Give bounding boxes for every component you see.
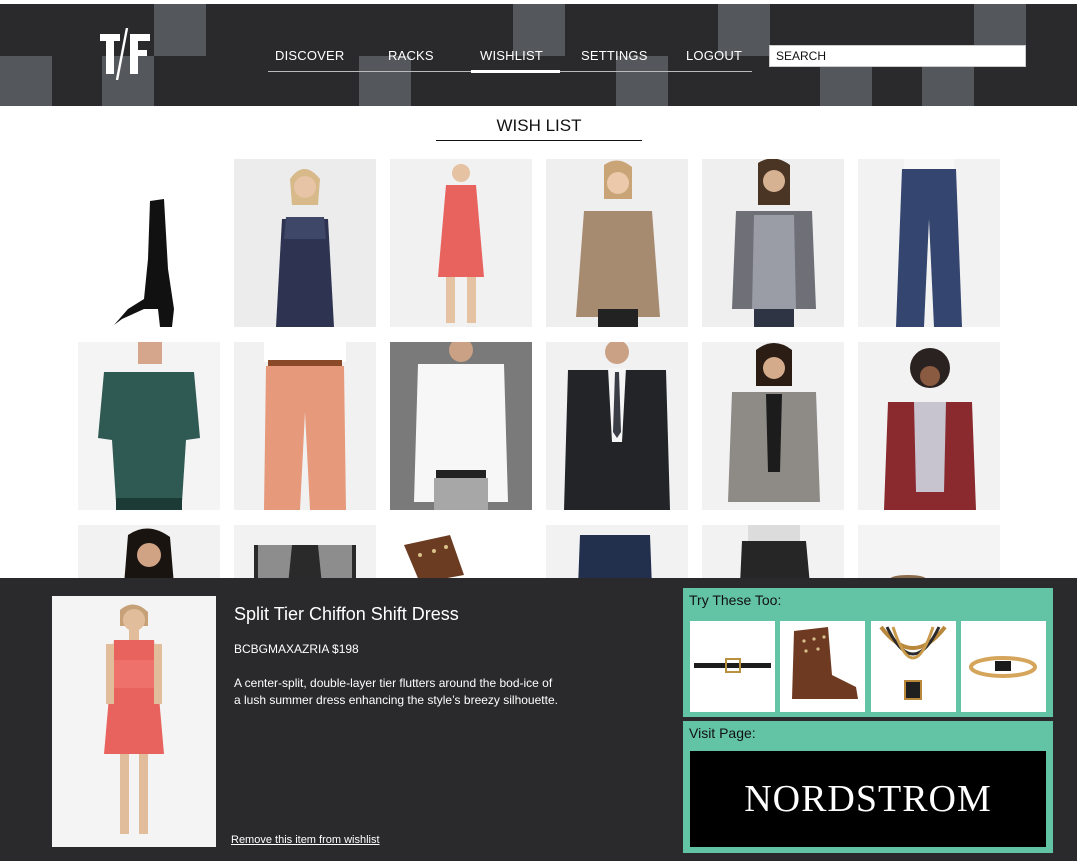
page-title: WISH LIST — [496, 116, 582, 135]
try-these-too-box: Try These Too: — [683, 588, 1053, 717]
wishlist-item[interactable] — [702, 342, 844, 510]
teal-top-image — [78, 342, 220, 510]
header-block — [154, 4, 206, 56]
wishlist-item[interactable] — [702, 525, 844, 578]
wishlist-item[interactable] — [234, 159, 376, 327]
nav-racks[interactable]: RACKS — [388, 48, 434, 63]
necklace-icon — [879, 625, 947, 700]
leather-shorts-image — [702, 525, 844, 578]
title-underline — [436, 140, 642, 141]
wishlist-item[interactable] — [390, 159, 532, 327]
nav-settings[interactable]: SETTINGS — [581, 48, 648, 63]
wishlist-item[interactable] — [390, 342, 532, 510]
item-detail-panel: Split Tier Chiffon Shift Dress BCBGMAXAZ… — [0, 578, 1077, 861]
boucle-jacket-image — [702, 342, 844, 510]
wishlist-grid — [0, 150, 1077, 578]
coral-dress-image — [390, 159, 532, 327]
visit-page-title: Visit Page: — [689, 725, 756, 741]
product-brand-price: BCBGMAXAZRIA $198 — [234, 642, 359, 656]
nordstrom-store-link[interactable]: NORDSTROM — [690, 751, 1046, 847]
wishlist-item[interactable] — [234, 342, 376, 510]
header-block — [0, 56, 52, 106]
wishlist-item[interactable] — [858, 159, 1000, 327]
nav-wishlist[interactable]: WISHLIST — [471, 48, 560, 73]
boot-icon — [792, 627, 858, 699]
tf-logo[interactable] — [100, 28, 152, 80]
belt-icon — [694, 658, 771, 673]
remove-from-wishlist-link[interactable]: Remove this item from wishlist — [231, 834, 380, 846]
coral-trousers-image — [234, 342, 376, 510]
wishlist-item[interactable] — [78, 525, 220, 578]
suggestion-boot[interactable] — [780, 621, 865, 712]
studded-boot-image — [404, 535, 464, 578]
wishlist-item[interactable] — [858, 525, 1000, 578]
wishlist-item[interactable] — [546, 342, 688, 510]
burgundy-cardigan-image — [858, 342, 1000, 510]
wishlist-item[interactable] — [78, 159, 220, 327]
bracelet-image — [858, 525, 1000, 578]
wishlist-item[interactable] — [78, 342, 220, 510]
detail-product-image — [52, 596, 216, 847]
try-these-title: Try These Too: — [689, 592, 782, 608]
product-description: A center-split, double-layer tier flutte… — [234, 676, 558, 707]
navy-trousers-image — [858, 159, 1000, 327]
coral-dress-photo — [52, 596, 216, 847]
top-header: DISCOVER RACKS WISHLIST SETTINGS LOGOUT — [0, 4, 1077, 106]
visit-page-box: Visit Page: NORDSTROM — [683, 721, 1053, 853]
main-nav: DISCOVER RACKS WISHLIST SETTINGS LOGOUT — [268, 44, 752, 73]
wishlist-item[interactable] — [390, 525, 532, 578]
suggestion-necklace[interactable] — [871, 621, 956, 712]
black-suit-image — [546, 342, 688, 510]
nav-logout[interactable]: LOGOUT — [686, 48, 742, 63]
suggestion-belt[interactable] — [690, 621, 775, 712]
tweed-jacket-image — [702, 159, 844, 327]
jeans-image — [546, 525, 688, 578]
vest-image — [234, 525, 376, 578]
bracelet-icon — [969, 656, 1037, 678]
wishlist-item[interactable] — [234, 525, 376, 578]
product-name: Split Tier Chiffon Shift Dress — [234, 604, 459, 624]
sequin-dress-image — [234, 159, 376, 327]
black-dress-image — [78, 525, 220, 578]
suggestion-bracelet[interactable] — [961, 621, 1046, 712]
search-input[interactable] — [769, 45, 1026, 67]
boot-image — [114, 199, 174, 327]
nav-discover[interactable]: DISCOVER — [275, 48, 345, 63]
leather-jacket-image — [546, 159, 688, 327]
wishlist-item[interactable] — [702, 159, 844, 327]
white-shirt-image — [390, 342, 532, 510]
wishlist-item[interactable] — [546, 525, 688, 578]
wishlist-item[interactable] — [546, 159, 688, 327]
wishlist-item[interactable] — [858, 342, 1000, 510]
